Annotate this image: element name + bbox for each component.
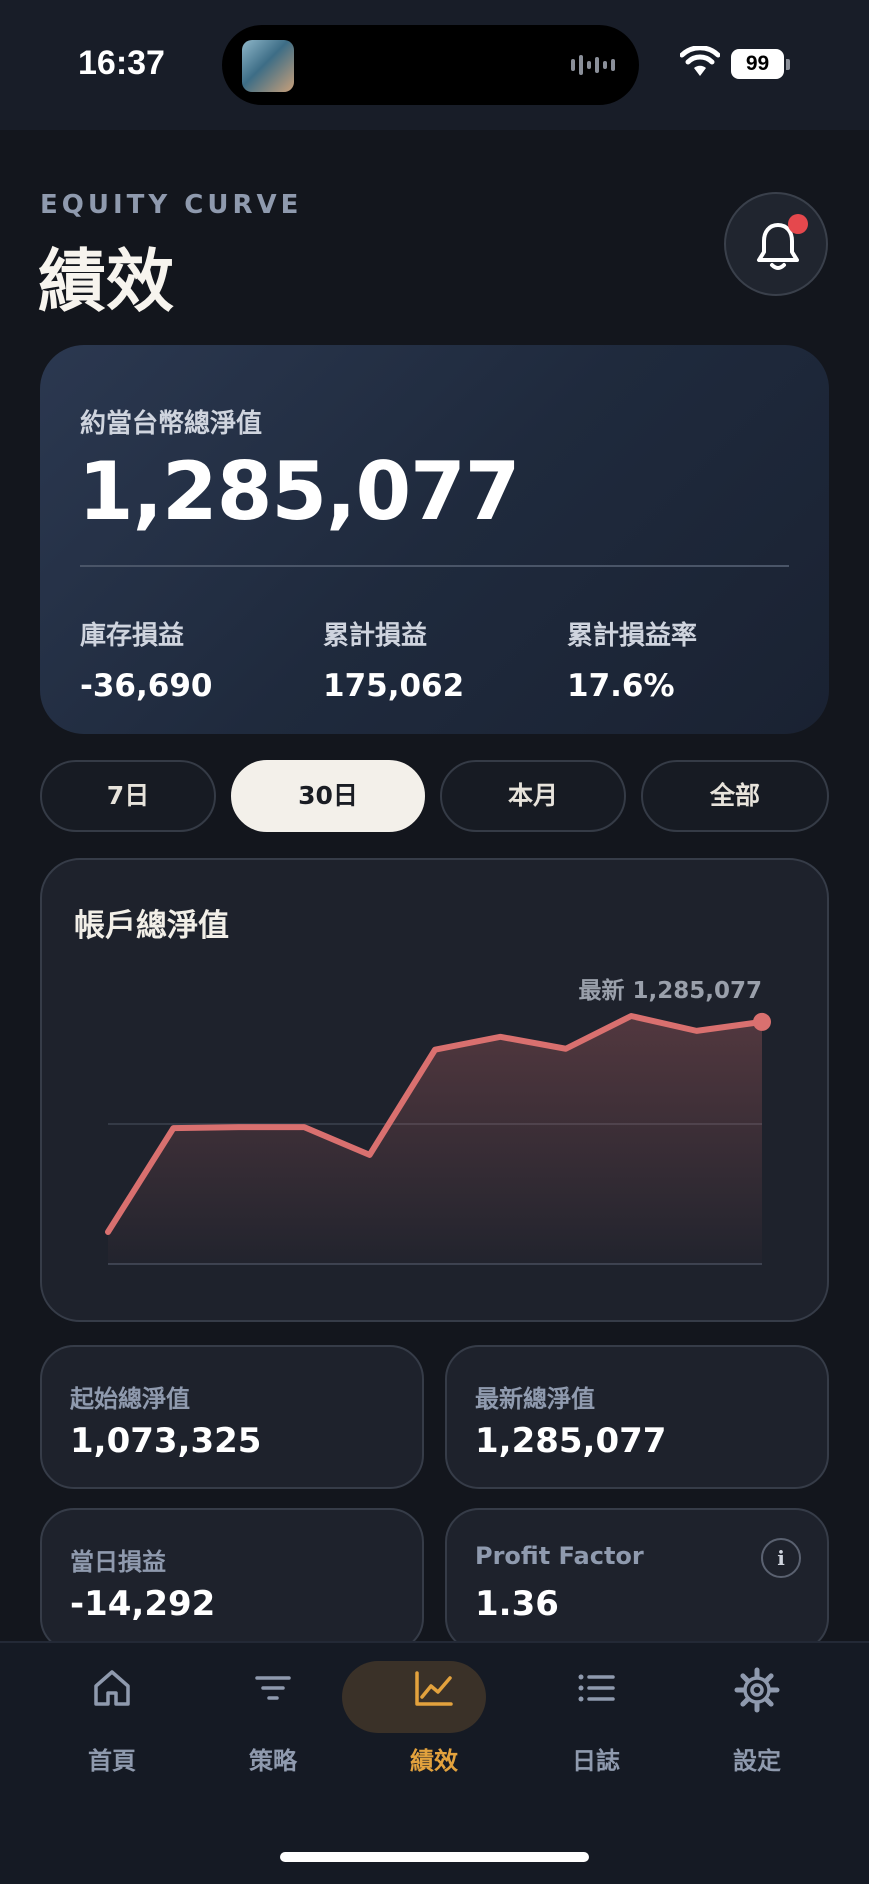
cumulative-return-stat: 累計損益率 17.6% (567, 615, 697, 704)
dynamic-island[interactable] (222, 25, 639, 105)
stat-card-label: Profit Factor (475, 1542, 644, 1570)
tab-label: 首頁 (88, 1747, 136, 1775)
unrealized-pnl-stat: 庫存損益 -36,690 (80, 615, 213, 704)
tab-settings[interactable]: 設定 (677, 1643, 837, 1783)
page-eyebrow: EQUITY CURVE (40, 190, 303, 220)
info-icon[interactable]: i (761, 1538, 801, 1578)
net-worth-label: 約當台幣總淨值 (80, 409, 263, 439)
tab-performance[interactable]: 績效 (354, 1643, 514, 1783)
range-tab-this-month[interactable]: 本月 (440, 760, 626, 832)
stat-label: 累計損益 (323, 621, 428, 651)
range-tab-7d[interactable]: 7日 (40, 760, 216, 832)
stat-card-label: 當日損益 (70, 1548, 166, 1576)
net-worth-card: 約當台幣總淨值 1,285,077 庫存損益 -36,690 累計損益 175,… (40, 345, 829, 734)
audio-waveform-icon (571, 55, 615, 75)
bottom-tab-bar: 首頁 策略 績效 日誌 設定 (0, 1641, 869, 1884)
gear-icon (734, 1667, 780, 1713)
home-icon (94, 1670, 130, 1706)
tab-journal[interactable]: 日誌 (516, 1643, 676, 1783)
starting-net-worth-card: 起始總淨值 1,073,325 (40, 1345, 424, 1489)
stat-card-value: 1,073,325 (70, 1421, 262, 1461)
stat-value: -36,690 (80, 668, 213, 704)
stat-card-value: -14,292 (70, 1584, 216, 1624)
profit-factor-card: Profit Factor 1.36 i (445, 1508, 829, 1652)
stat-label: 庫存損益 (80, 621, 185, 651)
chart-latest-point (753, 1012, 771, 1031)
list-icon (578, 1674, 615, 1702)
cumulative-pnl-stat: 累計損益 175,062 (323, 615, 464, 704)
range-tab-all[interactable]: 全部 (641, 760, 829, 832)
filter-icon (255, 1676, 291, 1700)
battery-tip (786, 59, 790, 70)
equity-chart-card: 帳戶總淨值 最新 1,285,077 (40, 858, 829, 1322)
stat-value: 175,062 (323, 668, 465, 704)
equity-chart[interactable]: 最新 1,285,077 (42, 860, 831, 1324)
net-worth-value: 1,285,077 (78, 445, 520, 538)
chart-latest-label: 最新 1,285,077 (578, 977, 762, 1004)
page-title: 績效 (38, 243, 175, 322)
status-time: 16:37 (78, 44, 165, 82)
stat-card-value: 1,285,077 (475, 1421, 667, 1461)
stat-value: 17.6% (567, 668, 675, 704)
tab-home[interactable]: 首頁 (32, 1643, 192, 1783)
tab-strategy[interactable]: 策略 (193, 1643, 353, 1783)
chart-line-icon (415, 1671, 453, 1706)
latest-net-worth-card: 最新總淨值 1,285,077 (445, 1345, 829, 1489)
notification-badge (788, 214, 808, 234)
home-indicator (280, 1852, 589, 1862)
tab-label: 績效 (410, 1747, 458, 1775)
stat-card-value: 1.36 (475, 1584, 559, 1624)
stat-label: 累計損益率 (567, 621, 698, 651)
daily-pnl-card: 當日損益 -14,292 (40, 1508, 424, 1652)
tab-label: 設定 (733, 1747, 781, 1775)
notifications-button[interactable] (724, 192, 828, 296)
stat-card-label: 最新總淨值 (475, 1385, 595, 1413)
stat-card-label: 起始總淨值 (70, 1385, 190, 1413)
card-divider (80, 565, 789, 567)
now-playing-artwork (242, 40, 294, 92)
tab-label: 日誌 (572, 1747, 620, 1775)
tab-label: 策略 (249, 1747, 297, 1775)
battery-indicator: 99 (731, 49, 784, 79)
status-bar: 16:37 99 (0, 0, 869, 130)
wifi-icon (680, 46, 720, 76)
range-tab-30d[interactable]: 30日 (231, 760, 425, 832)
